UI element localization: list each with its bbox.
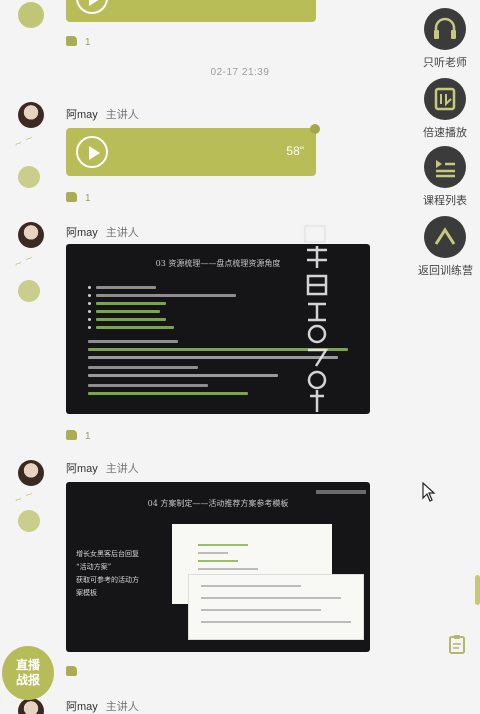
slide-bullet — [88, 318, 91, 321]
scroll-handle[interactable] — [475, 575, 480, 605]
live-report-label: 直播 — [15, 658, 40, 672]
decoration-doodle: ~ ~ — [12, 252, 36, 271]
speaker-role: 主讲人 — [105, 701, 139, 713]
audio-duration: 58" — [286, 144, 304, 158]
speaker-name: 阿may — [66, 109, 98, 121]
avatar[interactable] — [18, 222, 44, 248]
slide-text-line — [96, 318, 166, 321]
slide-bullet — [88, 326, 91, 329]
decoration-bubble — [18, 2, 44, 28]
speaker-row: 阿may 主讲人 — [66, 106, 139, 122]
message-feed[interactable]: 1 02-17 21:39 ~ ~ 阿may 主讲人 58" 1 ~ ~ 阿may… — [0, 0, 480, 714]
slide-title: 04 方案制定——活动推荐方案参考模板 — [147, 499, 289, 508]
decoration-doodle: ~ ~ — [12, 488, 36, 507]
slide-body-line: 增长女黑客后台回复 — [76, 550, 139, 558]
slide-bullet — [88, 310, 91, 313]
speed-icon — [424, 78, 466, 120]
slide-text-line — [88, 392, 248, 395]
list-icon — [424, 146, 466, 188]
sidebar-item-label: 返回训练营 — [418, 265, 473, 277]
like-button[interactable]: 1 — [66, 430, 91, 442]
speaker-row: 阿may 主讲人 — [66, 460, 139, 476]
headphones-icon — [424, 8, 466, 50]
slide-text-line — [88, 356, 338, 359]
speaker-name: 阿may — [66, 701, 98, 713]
watermark-graphic — [303, 224, 329, 412]
avatar[interactable] — [18, 698, 44, 714]
slide-text-line — [88, 384, 208, 387]
mouse-cursor-icon — [422, 482, 436, 502]
like-button[interactable]: 1 — [66, 192, 91, 204]
slide-logo — [316, 490, 366, 494]
unread-dot — [310, 124, 320, 134]
decoration-doodle: ~ ~ — [12, 132, 36, 151]
decoration-bubble — [18, 510, 40, 532]
slide-bullet — [88, 294, 91, 297]
thumb-up-icon — [66, 430, 77, 440]
slide-bullet — [88, 286, 91, 289]
speaker-role: 主讲人 — [105, 109, 139, 121]
audio-message[interactable] — [66, 0, 316, 22]
slide-text-line — [88, 366, 198, 369]
sidebar-item-label: 只听老师 — [423, 57, 467, 69]
clipboard-icon[interactable] — [449, 634, 465, 654]
speaker-role: 主讲人 — [105, 463, 139, 475]
sidebar-item-course-list[interactable]: 课程列表 — [418, 146, 472, 208]
slide-image[interactable]: 04 方案制定——活动推荐方案参考模板 增长女黑客后台回复 “活动方案” 获取可… — [66, 482, 370, 652]
slide-body: 增长女黑客后台回复 “活动方案” 获取可参考的活动方 案模板 — [76, 548, 176, 600]
sidebar-item-label: 课程列表 — [423, 195, 467, 207]
live-report-label: 战报 — [15, 673, 40, 687]
slide-text-line — [96, 294, 236, 297]
like-count: 1 — [85, 37, 91, 48]
live-report-button[interactable]: 直播 战报 — [2, 646, 54, 700]
avatar[interactable] — [18, 460, 44, 486]
like-button[interactable] — [66, 666, 85, 678]
avatar[interactable] — [18, 102, 44, 128]
play-icon[interactable] — [76, 0, 108, 14]
up-arrow-icon — [424, 216, 466, 258]
like-count: 1 — [85, 431, 91, 442]
slide-text-line — [96, 286, 156, 289]
slide-body-line: “活动方案” — [76, 563, 112, 571]
audio-message[interactable]: 58" — [66, 124, 320, 176]
speaker-row: 阿may 主讲人 — [66, 224, 139, 240]
sidebar-item-speed[interactable]: 倍速播放 — [418, 78, 472, 140]
slide-text-line — [96, 302, 166, 305]
thumb-up-icon — [66, 36, 77, 46]
slide-bullet — [88, 302, 91, 305]
like-count: 1 — [85, 193, 91, 204]
sidebar-item-label: 倍速播放 — [423, 127, 467, 139]
decoration-bubble — [18, 280, 40, 302]
slide-text-line — [96, 310, 160, 313]
speaker-role: 主讲人 — [105, 227, 139, 239]
speaker-name: 阿may — [66, 227, 98, 239]
slide-body-line: 案模板 — [76, 589, 97, 597]
slide-text-line — [88, 340, 178, 343]
template-document-front — [188, 574, 364, 640]
slide-body-line: 获取可参考的活动方 — [76, 576, 139, 584]
sidebar-item-teacher-only[interactable]: 只听老师 — [418, 8, 472, 70]
sidebar-item-return-camp[interactable]: 返回训练营 — [418, 216, 473, 278]
slide-text-line — [96, 326, 174, 329]
timestamp: 02-17 21:39 — [210, 67, 270, 78]
speaker-name: 阿may — [66, 463, 98, 475]
play-icon[interactable] — [76, 136, 108, 168]
thumb-up-icon — [66, 666, 77, 676]
decoration-bubble — [18, 166, 40, 188]
thumb-up-icon — [66, 192, 77, 202]
slide-text-line — [88, 374, 278, 377]
like-button[interactable]: 1 — [66, 36, 91, 48]
speaker-row: 阿may 主讲人 — [66, 698, 139, 714]
